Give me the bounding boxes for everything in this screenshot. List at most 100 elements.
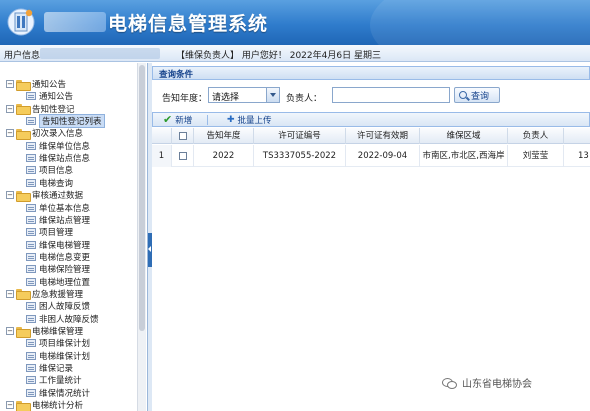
notice-year-select[interactable]: 请选择 bbox=[208, 87, 280, 103]
search-button-label: 查询 bbox=[471, 91, 490, 102]
row-number: 1 bbox=[152, 145, 172, 167]
upload-icon: ✚ bbox=[227, 115, 235, 125]
tree-item[interactable]: 项目维保计划 bbox=[26, 337, 90, 349]
cell-expiry: 2022-09-04 bbox=[346, 145, 420, 167]
page-icon bbox=[26, 240, 36, 249]
page-icon bbox=[26, 314, 36, 323]
folder-icon bbox=[16, 128, 31, 140]
page-icon bbox=[26, 302, 36, 311]
tree-item[interactable]: 非困人故障反馈 bbox=[26, 313, 99, 325]
cell-extra: 13 bbox=[578, 151, 589, 161]
tree-label: 通知公告 bbox=[32, 80, 67, 90]
grid-header: 告知年度 许可证编号 许可证有效期 维保区域 负责人 bbox=[152, 128, 590, 144]
add-button-label: 新增 bbox=[175, 116, 193, 126]
tree-item[interactable]: 单位基本信息 bbox=[26, 202, 90, 214]
tree-folder[interactable]: − 审核通过数据 bbox=[6, 189, 84, 202]
tree-toggle-icon[interactable]: − bbox=[6, 289, 14, 298]
page-icon bbox=[26, 376, 36, 385]
page-icon bbox=[26, 117, 36, 126]
tree-item[interactable]: 电梯地理位置 bbox=[26, 276, 90, 288]
tree-folder[interactable]: − 告知性登记 bbox=[6, 103, 75, 116]
tree-label: 维保站点信息 bbox=[39, 154, 91, 165]
tree-item[interactable]: 维保记录 bbox=[26, 362, 73, 374]
tree-item[interactable]: 告知性登记列表 bbox=[26, 114, 105, 129]
query-panel-title: 查询条件 bbox=[159, 70, 194, 80]
tree-item[interactable]: 项目管理 bbox=[26, 226, 73, 238]
tree-toggle-icon[interactable]: − bbox=[6, 129, 14, 138]
tree-folder[interactable]: − 电梯统计分析 bbox=[6, 399, 83, 411]
folder-icon bbox=[16, 104, 31, 116]
page-icon bbox=[26, 388, 36, 397]
select-all-checkbox[interactable] bbox=[178, 131, 187, 140]
page-icon bbox=[26, 141, 36, 150]
tree-folder[interactable]: − 通知公告 bbox=[6, 78, 67, 91]
column-header-owner[interactable]: 负责人 bbox=[508, 128, 564, 144]
user-greeting: 【维保负责人】 用户您好！ 2022年4月6日 星期三 bbox=[176, 51, 381, 61]
row-select-cell bbox=[172, 145, 194, 167]
tree-item[interactable]: 维保站点管理 bbox=[26, 214, 90, 226]
tree-label: 应急救援管理 bbox=[32, 289, 84, 300]
sidebar-scroll-thumb[interactable] bbox=[139, 65, 145, 331]
owner-input[interactable] bbox=[332, 87, 450, 103]
column-header-area[interactable]: 维保区域 bbox=[420, 128, 508, 144]
tree-toggle-icon[interactable]: − bbox=[6, 401, 14, 410]
page-icon bbox=[26, 215, 36, 224]
tree-item[interactable]: 维保单位信息 bbox=[26, 140, 90, 152]
user-info-bar: 用户信息 【维保负责人】 用户您好！ 2022年4月6日 星期三 bbox=[0, 45, 590, 62]
query-panel-header: 查询条件 bbox=[152, 66, 590, 80]
tree-label: 维保记录 bbox=[39, 364, 74, 375]
tree-folder[interactable]: − 电梯维保管理 bbox=[6, 325, 83, 338]
tree-folder[interactable]: − 应急救援管理 bbox=[6, 288, 84, 301]
tree-item[interactable]: 维保电梯管理 bbox=[26, 239, 90, 251]
page-icon bbox=[26, 203, 36, 212]
checkmark-icon: ✔ bbox=[163, 113, 173, 126]
folder-icon bbox=[16, 190, 31, 202]
tree-item[interactable]: 电梯保险管理 bbox=[26, 263, 90, 275]
column-header-year[interactable]: 告知年度 bbox=[194, 128, 254, 144]
column-header-license[interactable]: 许可证编号 bbox=[254, 128, 346, 144]
tree-item[interactable]: 电梯维保计划 bbox=[26, 350, 90, 362]
tree-item[interactable]: 电梯信息变更 bbox=[26, 251, 90, 263]
tree-label: 审核通过数据 bbox=[32, 191, 84, 202]
page-icon bbox=[26, 364, 36, 373]
folder-icon bbox=[16, 289, 31, 301]
tree-label: 告知性登记 bbox=[32, 104, 75, 115]
add-button[interactable]: ✔ 新增 bbox=[163, 114, 192, 126]
blurred-region bbox=[44, 12, 106, 32]
tree-toggle-icon[interactable]: − bbox=[6, 80, 14, 88]
tree-folder[interactable]: − 初次录入信息 bbox=[6, 127, 83, 140]
watermark-text: 山东省电梯协会 bbox=[462, 379, 532, 390]
sidebar-scrollbar[interactable] bbox=[137, 63, 146, 411]
chevron-down-icon[interactable] bbox=[266, 88, 279, 102]
tree-label: 电梯信息变更 bbox=[39, 252, 91, 263]
tree-label: 电梯维保计划 bbox=[39, 351, 91, 362]
tree-label: 电梯查询 bbox=[39, 178, 74, 189]
search-button[interactable]: 查询 bbox=[454, 87, 500, 103]
tree-item[interactable]: 通知公告 bbox=[26, 90, 73, 102]
tree-label: 工作量统计 bbox=[39, 376, 82, 387]
page-icon bbox=[26, 265, 36, 274]
wechat-icon bbox=[442, 377, 457, 389]
tree-label: 困人故障反馈 bbox=[39, 302, 91, 313]
tree-item[interactable]: 电梯查询 bbox=[26, 177, 73, 189]
tree-toggle-icon[interactable]: − bbox=[6, 327, 14, 335]
tree-label: 维保情况统计 bbox=[39, 388, 91, 399]
search-icon bbox=[459, 91, 467, 99]
tree-item[interactable]: 维保情况统计 bbox=[26, 387, 90, 399]
watermark: 山东省电梯协会 bbox=[442, 375, 532, 390]
tree-item[interactable]: 困人故障反馈 bbox=[26, 300, 90, 312]
tree-item[interactable]: 项目信息 bbox=[26, 164, 73, 176]
row-checkbox[interactable] bbox=[178, 151, 187, 160]
tree-item[interactable]: 工作量统计 bbox=[26, 374, 82, 386]
page-icon bbox=[26, 228, 36, 237]
tree-toggle-icon[interactable]: − bbox=[6, 191, 14, 200]
tree-label: 非困人故障反馈 bbox=[39, 314, 99, 325]
folder-icon bbox=[16, 326, 31, 338]
batch-upload-button[interactable]: ✚ 批量上传 bbox=[227, 114, 272, 126]
tree-item[interactable]: 维保站点信息 bbox=[26, 152, 90, 164]
tree-toggle-icon[interactable]: − bbox=[6, 104, 14, 113]
column-header-expiry[interactable]: 许可证有效期 bbox=[346, 128, 420, 144]
column-header-extra bbox=[564, 128, 590, 144]
table-row[interactable]: 1 2022 TS3337055-2022 2022-09-04 市南区,市北区… bbox=[152, 145, 590, 167]
query-form: 告知年度： 请选择 负责人： 查询 bbox=[152, 81, 590, 111]
